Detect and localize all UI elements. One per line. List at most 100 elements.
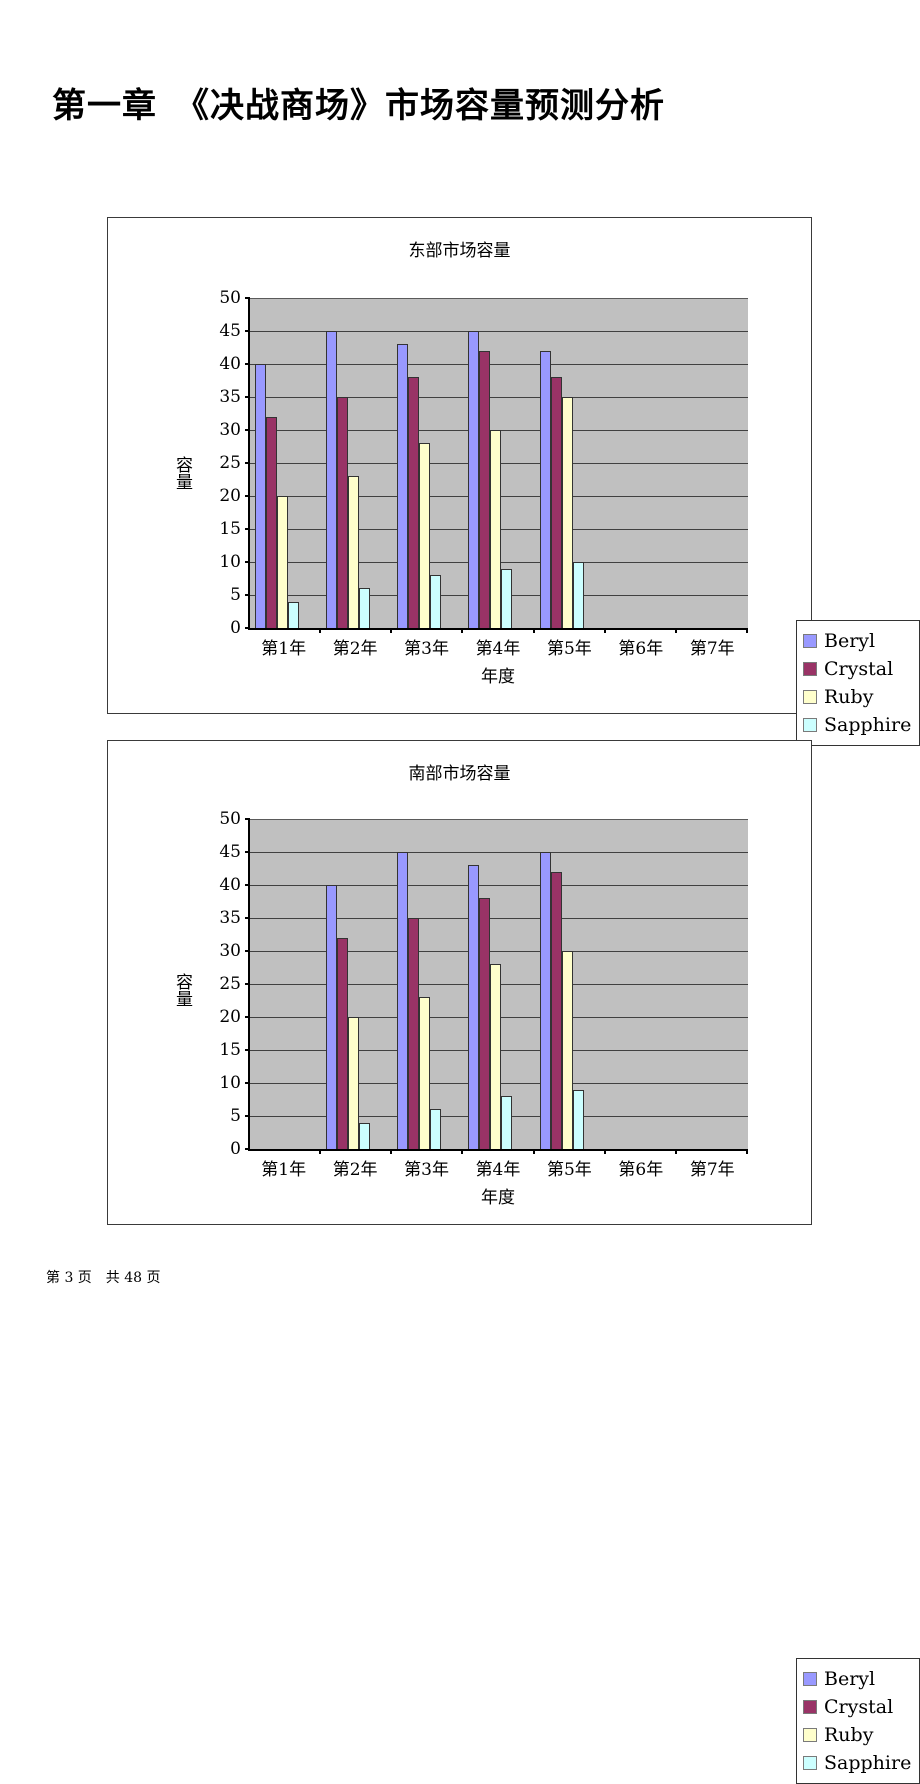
legend-label: Ruby — [824, 685, 874, 708]
x-axis-tick-mark — [461, 1149, 464, 1154]
legend-label: Crystal — [824, 657, 894, 680]
gridline — [250, 1050, 748, 1051]
x-axis-tick-mark — [532, 628, 535, 633]
y-axis-tick-mark — [245, 1115, 250, 1117]
y-axis-title: 容量 — [172, 456, 192, 490]
x-axis-tick-label: 第7年 — [689, 1160, 735, 1180]
x-axis-tick-mark — [674, 1149, 677, 1154]
x-axis-tick-label: 第7年 — [689, 639, 735, 659]
bar-ruby — [561, 397, 573, 628]
bar-crystal — [337, 937, 349, 1149]
x-axis-tick-label: 第6年 — [618, 639, 664, 659]
y-axis-tick-mark — [245, 594, 250, 596]
plot-area: 0 5 10 15 20 25 30 35 40 45 50 — [219, 809, 748, 1159]
gridline — [250, 819, 748, 820]
legend-swatch-beryl-icon — [803, 634, 817, 648]
y-axis-tick-mark — [245, 363, 250, 365]
x-axis-tick-mark — [461, 628, 464, 633]
gridline — [250, 1017, 748, 1018]
x-axis-tick-label: 第1年 — [261, 639, 307, 659]
y-axis-tick-mark — [245, 330, 250, 332]
x-axis-tick-label: 第4年 — [475, 1160, 521, 1180]
bar-sapphire — [501, 568, 513, 628]
bar-crystal — [408, 918, 420, 1149]
legend-item: Ruby — [803, 1721, 911, 1749]
x-axis-tick-mark — [390, 1149, 393, 1154]
bar-crystal — [337, 397, 349, 628]
y-axis-tick-mark — [245, 1049, 250, 1051]
legend-label: Beryl — [824, 629, 876, 652]
bar-beryl — [397, 344, 409, 628]
x-axis-tick-mark — [603, 628, 606, 633]
plot-area: 0 5 10 15 20 25 30 35 40 45 50 — [219, 288, 748, 638]
y-axis-title: 容量 — [172, 973, 192, 1007]
y-axis-tick-mark — [245, 851, 250, 853]
chart-title: 南部市场容量 — [408, 764, 511, 784]
gridline — [250, 430, 748, 431]
legend-swatch-crystal-icon — [803, 1700, 817, 1714]
page-footer: 第 3 页 共 48 页 — [46, 1270, 161, 1286]
bar-ruby — [348, 476, 360, 628]
legend-item: Crystal — [803, 655, 911, 683]
bar-sapphire — [572, 1089, 584, 1149]
legend-item: Beryl — [803, 1665, 911, 1693]
bar-sapphire — [430, 575, 442, 628]
y-axis-tick-mark — [245, 429, 250, 431]
y-axis-tick-mark — [245, 1148, 250, 1150]
bar-crystal — [408, 377, 420, 628]
legend-item: Sapphire — [803, 711, 911, 739]
legend-label: Ruby — [824, 1723, 874, 1746]
bar-beryl — [539, 852, 551, 1149]
gridline — [250, 397, 748, 398]
y-axis-tick-mark — [245, 983, 250, 985]
y-axis-tick-mark — [245, 297, 250, 299]
bar-beryl — [539, 350, 551, 628]
chart-east-market-capacity: 东部市场容量 容量 0 5 10 15 20 25 30 35 40 45 50 第1年 第2年 第3年… — [107, 217, 920, 746]
bar-beryl — [468, 331, 480, 628]
x-axis-tick-mark — [390, 628, 393, 633]
y-axis-tick-mark — [245, 627, 250, 629]
x-axis-tick-labels: 第1年 第2年 第3年 第4年 第5年 第6年 第7年 — [248, 1155, 748, 1180]
legend-swatch-ruby-icon — [803, 690, 817, 704]
legend-swatch-sapphire-icon — [803, 718, 817, 732]
gridline — [250, 984, 748, 985]
y-axis-tick-mark — [245, 561, 250, 563]
legend-item: Crystal — [803, 1693, 911, 1721]
x-axis-tick-label: 第6年 — [618, 1160, 664, 1180]
legend-label: Sapphire — [824, 1751, 912, 1774]
gridline — [250, 529, 748, 530]
gridline — [250, 951, 748, 952]
y-axis-tick-mark — [245, 1082, 250, 1084]
bar-beryl — [468, 865, 480, 1149]
legend-swatch-ruby-icon — [803, 1728, 817, 1742]
plot-wrap: 0 5 10 15 20 25 30 35 40 45 50 第1年 第2年 第3年 第4年 第5年 第6年第… — [219, 809, 748, 1208]
y-axis-tick-mark — [245, 462, 250, 464]
gridline — [250, 885, 748, 886]
x-axis-tick-mark — [745, 1149, 748, 1154]
bar-ruby — [490, 964, 502, 1149]
y-axis-tick-mark — [245, 396, 250, 398]
y-axis-tick-mark — [245, 495, 250, 497]
legend-label: Sapphire — [824, 713, 912, 736]
chart-legend: Beryl Crystal Ruby Sapphire — [796, 1658, 920, 1784]
bar-crystal — [550, 377, 562, 628]
y-axis-tick-mark — [245, 528, 250, 530]
bar-crystal — [479, 350, 491, 628]
bar-sapphire — [501, 1096, 513, 1149]
legend-item: Beryl — [803, 627, 911, 655]
legend-item: Sapphire — [803, 1749, 911, 1777]
bar-beryl — [326, 331, 338, 628]
legend-label: Beryl — [824, 1667, 876, 1690]
x-axis-tick-label: 第1年 — [261, 1160, 307, 1180]
plot-wrap: 0 5 10 15 20 25 30 35 40 45 50 第1年 第2年 第3年 第4年 第5年 第6年第… — [219, 288, 748, 687]
bar-beryl — [397, 852, 409, 1149]
bar-crystal — [550, 871, 562, 1149]
chart-legend: Beryl Crystal Ruby Sapphire — [796, 620, 920, 746]
y-axis-tick-mark — [245, 1016, 250, 1018]
bar-crystal — [479, 898, 491, 1149]
legend-swatch-sapphire-icon — [803, 1756, 817, 1770]
gridline — [250, 1116, 748, 1117]
x-axis-tick-label: 第2年 — [332, 639, 378, 659]
bar-ruby — [419, 443, 431, 628]
bar-sapphire — [359, 1122, 371, 1149]
